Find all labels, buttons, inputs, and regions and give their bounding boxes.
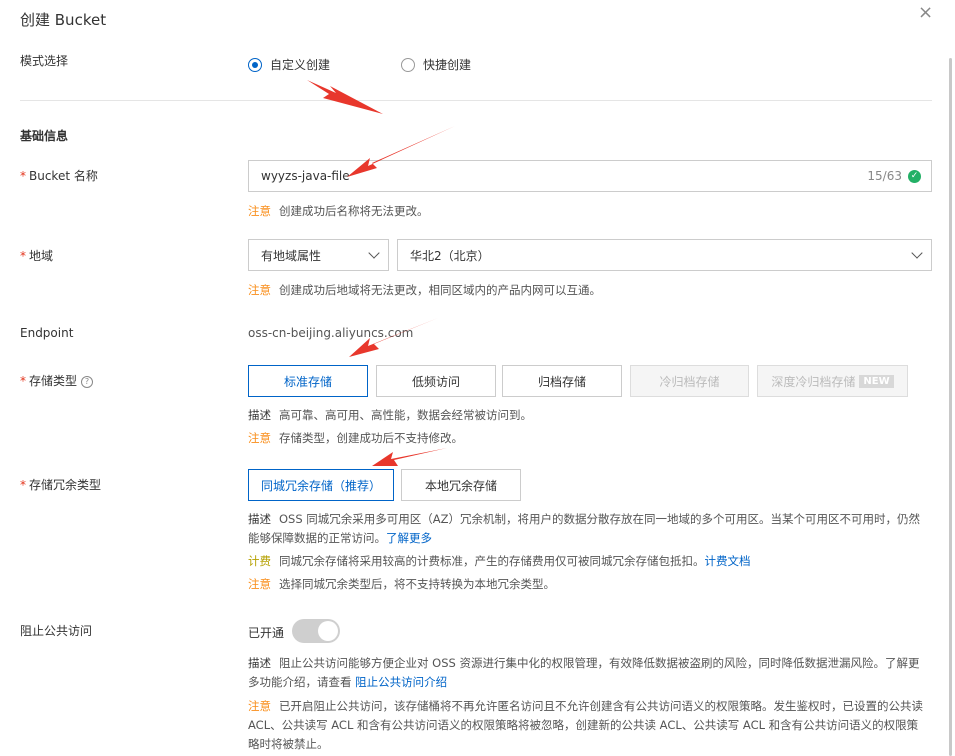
radio-quick-label: 快捷创建	[423, 58, 472, 72]
radio-quick-create[interactable]: 快捷创建	[401, 56, 471, 73]
bucket-name-note: 注意 创建成功后名称将无法更改。	[248, 204, 429, 218]
arrow-redundancy	[372, 448, 447, 466]
toggle-status-label: 已开通	[248, 626, 285, 640]
chevron-down-icon	[368, 247, 380, 259]
region-select[interactable]: 华北2（北京）	[397, 239, 932, 271]
storage-option-ia[interactable]: 低频访问	[376, 365, 496, 397]
endpoint-value: oss-cn-beijing.aliyuncs.com	[248, 326, 414, 340]
radio-unchecked-icon	[401, 57, 415, 72]
redundancy-option-lrs[interactable]: 本地冗余存储	[401, 469, 521, 501]
public-block-intro-link[interactable]: 阻止公共访问介绍	[355, 675, 447, 689]
char-counter: 15/63	[867, 169, 902, 183]
dialog-title: 创建 Bucket	[20, 11, 107, 29]
redundancy-desc: 描述 OSS 同城冗余采用多可用区（AZ）冗余机制，将用户的数据分散存放在同一地域…	[248, 512, 921, 545]
public-block-label: 阻止公共访问	[20, 624, 93, 638]
toggle-knob	[318, 621, 338, 641]
public-block-desc: 描述 阻止公共访问能够方便企业对 OSS 资源进行集中化的权限管理，有效降低数据被…	[248, 656, 920, 689]
storage-option-standard[interactable]: 标准存储	[248, 365, 368, 397]
storage-option-archive[interactable]: 归档存储	[502, 365, 622, 397]
bucket-name-input[interactable]: wyyzs-java-file 15/63 ✓	[248, 160, 932, 192]
bucket-name-value: wyyzs-java-file	[261, 169, 350, 183]
storage-option-deep-cold-archive: 深度冷归档存储 NEW	[757, 365, 908, 397]
bucket-name-label: * Bucket 名称	[20, 169, 98, 183]
scrollbar[interactable]	[949, 58, 952, 756]
check-circle-icon: ✓	[908, 169, 921, 183]
billing-doc-link[interactable]: 计费文档	[705, 554, 751, 568]
new-badge: NEW	[859, 374, 894, 388]
public-block-note: 注意 已开启阻止公共访问，该存储桶将不再允许匿名访问且不允许创建含有公共访问语义的…	[248, 699, 923, 751]
section-title-basic: 基础信息	[20, 129, 69, 143]
public-block-toggle[interactable]	[292, 619, 340, 643]
close-icon[interactable]: ×	[918, 2, 933, 23]
redundancy-billing: 计费 同城冗余存储将采用较高的计费标准，产生的存储费用仅可被同城冗余存储包抵扣。计…	[248, 554, 751, 568]
radio-checked-icon	[248, 57, 262, 72]
redundancy-label: * 存储冗余类型	[20, 478, 102, 492]
region-label: * 地域	[20, 249, 54, 263]
region-type-value: 有地域属性	[261, 248, 322, 263]
learn-more-link[interactable]: 了解更多	[386, 531, 432, 545]
chevron-down-icon	[911, 247, 923, 259]
region-note: 注意 创建成功后地域将无法更改，相同区域内的产品内网可以互通。	[248, 283, 601, 297]
storage-option-cold-archive: 冷归档存储	[630, 365, 749, 397]
redundancy-option-zrs[interactable]: 同城冗余存储（推荐）	[248, 469, 394, 501]
storage-class-note: 注意 存储类型，创建成功后不支持修改。	[248, 431, 463, 445]
redundancy-note: 注意 选择同城冗余类型后，将不支持转换为本地冗余类型。	[248, 577, 555, 591]
mode-label: 模式选择	[20, 54, 69, 68]
region-value: 华北2（北京）	[410, 248, 490, 263]
endpoint-label: Endpoint	[20, 326, 74, 340]
help-icon[interactable]: ?	[81, 375, 94, 388]
radio-custom-label: 自定义创建	[270, 58, 331, 72]
arrow-mode	[307, 80, 383, 114]
storage-class-label: * 存储类型?	[20, 372, 94, 389]
section-divider	[20, 100, 932, 101]
region-type-select[interactable]: 有地域属性	[248, 239, 389, 271]
storage-class-desc: 描述 高可靠、高可用、高性能，数据会经常被访问到。	[248, 408, 532, 422]
radio-custom-create[interactable]: 自定义创建	[248, 56, 330, 73]
